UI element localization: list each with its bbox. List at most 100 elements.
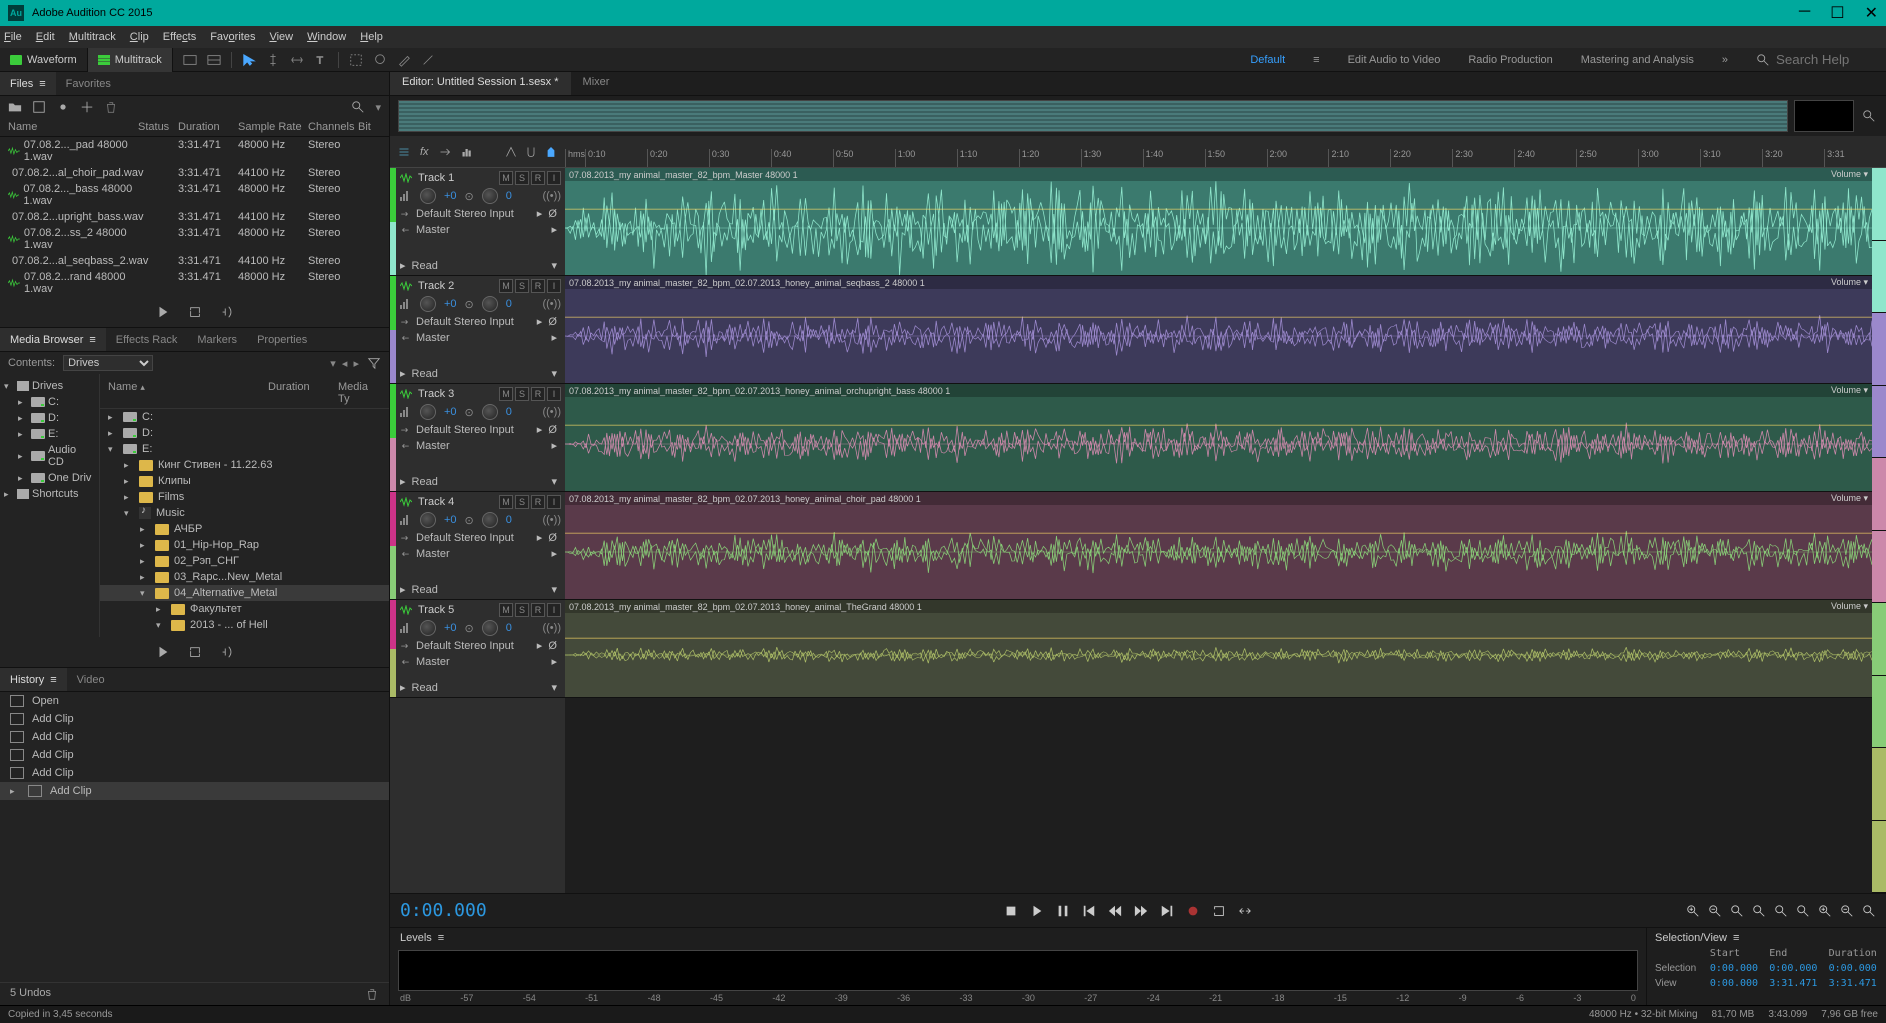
folder-films[interactable]: ▸Films <box>100 489 389 505</box>
folder-rap[interactable]: ▸02_Рэп_СНГ <box>100 553 389 569</box>
search-icon[interactable] <box>1756 53 1770 67</box>
media-loop-icon[interactable] <box>188 645 202 659</box>
lasso-icon[interactable] <box>373 53 387 67</box>
workspace-edit[interactable]: Edit Audio to Video <box>1348 54 1441 66</box>
tab-editor[interactable]: Editor: Untitled Session 1.sesx * <box>390 72 571 95</box>
record-icon[interactable] <box>56 100 70 114</box>
tab-media-browser[interactable]: Media Browser≡ <box>0 328 106 351</box>
mode-multitrack[interactable]: Multitrack <box>88 48 173 72</box>
mute-button[interactable]: M <box>499 279 513 293</box>
arm-button[interactable]: R <box>531 387 545 401</box>
toggle-inputs-icon[interactable] <box>398 146 410 158</box>
spectral-toggle-icon[interactable] <box>207 53 221 67</box>
drive-audiocd[interactable]: ▸Audio CD <box>0 442 99 470</box>
menu-window[interactable]: Window <box>307 31 346 43</box>
menu-clip[interactable]: Clip <box>130 31 149 43</box>
mute-button[interactable]: M <box>499 387 513 401</box>
tab-properties[interactable]: Properties <box>247 328 317 351</box>
folder-hell[interactable]: ▾2013 - ... of Hell <box>100 617 389 633</box>
tab-files[interactable]: Files≡ <box>0 72 56 95</box>
move-tool-icon[interactable] <box>242 53 256 67</box>
menu-view[interactable]: View <box>269 31 293 43</box>
file-row[interactable]: 07.08.2...al_choir_pad.wav3:31.47144100 … <box>0 165 389 181</box>
pan-knob[interactable] <box>482 512 498 528</box>
monitor-button[interactable]: I <box>547 495 561 509</box>
snap-icon[interactable] <box>525 146 537 158</box>
solo-button[interactable]: S <box>515 603 529 617</box>
volume-knob[interactable] <box>420 620 436 636</box>
insert-icon[interactable] <box>80 100 94 114</box>
folder-alternative[interactable]: ▾04_Alternative_Metal <box>100 585 389 601</box>
search-input[interactable] <box>1776 52 1876 67</box>
files-play-icon[interactable] <box>156 305 170 319</box>
solo-button[interactable]: S <box>515 387 529 401</box>
folder-d[interactable]: ▸D: <box>100 425 389 441</box>
forward-button[interactable] <box>1134 904 1148 918</box>
arm-button[interactable]: R <box>531 279 545 293</box>
tab-mixer[interactable]: Mixer <box>571 72 622 95</box>
folder-music[interactable]: ▾Music <box>100 505 389 521</box>
skip-button[interactable] <box>1238 904 1252 918</box>
record-button[interactable] <box>1186 904 1200 918</box>
mute-button[interactable]: M <box>499 603 513 617</box>
folder-fak[interactable]: ▸Факультет <box>100 601 389 617</box>
minimize-button[interactable]: ─ <box>1799 3 1810 23</box>
zoom-out-point-icon[interactable] <box>1796 904 1810 918</box>
track-header[interactable]: Track 3 MSRI +0 ⊙0 ((•)) Default Stereo … <box>390 384 565 492</box>
drives-root[interactable]: ▾Drives <box>0 378 99 394</box>
workspace-menu-icon[interactable]: ≡ <box>1313 54 1319 66</box>
filter-icon[interactable] <box>367 356 381 370</box>
playhead-icon[interactable] <box>545 146 557 158</box>
view-start[interactable]: 0:00.000 <box>1710 978 1759 989</box>
play-button[interactable] <box>1030 904 1044 918</box>
to-start-button[interactable] <box>1082 904 1096 918</box>
mute-button[interactable]: M <box>499 495 513 509</box>
zoom-selection-icon[interactable] <box>1752 904 1766 918</box>
zoom-nav-icon[interactable] <box>1862 109 1876 123</box>
arm-button[interactable]: R <box>531 603 545 617</box>
drive-c[interactable]: ▸C: <box>0 394 99 410</box>
monitor-button[interactable]: I <box>547 387 561 401</box>
solo-button[interactable]: S <box>515 495 529 509</box>
mode-waveform[interactable]: Waveform <box>0 48 88 72</box>
track-lane[interactable]: 07.08.2013_my animal_master_82_bpm_02.07… <box>565 276 1872 384</box>
pan-knob[interactable] <box>482 188 498 204</box>
shortcuts-root[interactable]: ▸Shortcuts <box>0 486 99 502</box>
workspace-default[interactable]: Default <box>1250 54 1285 66</box>
track-lane[interactable]: 07.08.2013_my animal_master_82_bpm_Maste… <box>565 168 1872 276</box>
volume-knob[interactable] <box>420 296 436 312</box>
maximize-button[interactable]: ☐ <box>1830 3 1844 23</box>
workspace-overflow-icon[interactable]: » <box>1722 54 1728 66</box>
arm-button[interactable]: R <box>531 495 545 509</box>
history-row[interactable]: ▸Add Clip <box>0 782 389 800</box>
workspace-radio[interactable]: Radio Production <box>1468 54 1552 66</box>
history-row[interactable]: Add Clip <box>0 728 389 746</box>
healing-icon[interactable] <box>421 53 435 67</box>
marquee-icon[interactable] <box>349 53 363 67</box>
folder-rapc[interactable]: ▸03_Rapc...New_Metal <box>100 569 389 585</box>
zoom-in-h-icon[interactable] <box>1686 904 1700 918</box>
hud-toggle-icon[interactable] <box>183 53 197 67</box>
menu-multitrack[interactable]: Multitrack <box>69 31 116 43</box>
menu-effects[interactable]: Effects <box>163 31 196 43</box>
zoom-full-icon[interactable] <box>1730 904 1744 918</box>
track-lane[interactable]: 07.08.2013_my animal_master_82_bpm_02.07… <box>565 492 1872 600</box>
monitor-button[interactable]: I <box>547 603 561 617</box>
file-row[interactable]: 07.08.2...rand 48000 1.wav3:31.47148000 … <box>0 269 389 297</box>
pause-button[interactable] <box>1056 904 1070 918</box>
menu-edit[interactable]: Edit <box>36 31 55 43</box>
folder-hiphop[interactable]: ▸01_Hip-Hop_Rap <box>100 537 389 553</box>
drive-onedrive[interactable]: ▸One Driv <box>0 470 99 486</box>
drive-e[interactable]: ▸E: <box>0 426 99 442</box>
folder-c[interactable]: ▸C: <box>100 409 389 425</box>
media-autoplay-icon[interactable] <box>220 645 234 659</box>
new-file-icon[interactable] <box>32 100 46 114</box>
file-row[interactable]: 07.08.2...upright_bass.wav3:31.47144100 … <box>0 209 389 225</box>
zoom-out-h-icon[interactable] <box>1708 904 1722 918</box>
file-row[interactable]: 07.08.2...ss_2 48000 1.wav3:31.47148000 … <box>0 225 389 253</box>
history-row[interactable]: Add Clip <box>0 764 389 782</box>
pan-knob[interactable] <box>482 404 498 420</box>
stop-button[interactable] <box>1004 904 1018 918</box>
rewind-button[interactable] <box>1108 904 1122 918</box>
trash-icon[interactable] <box>104 100 118 114</box>
